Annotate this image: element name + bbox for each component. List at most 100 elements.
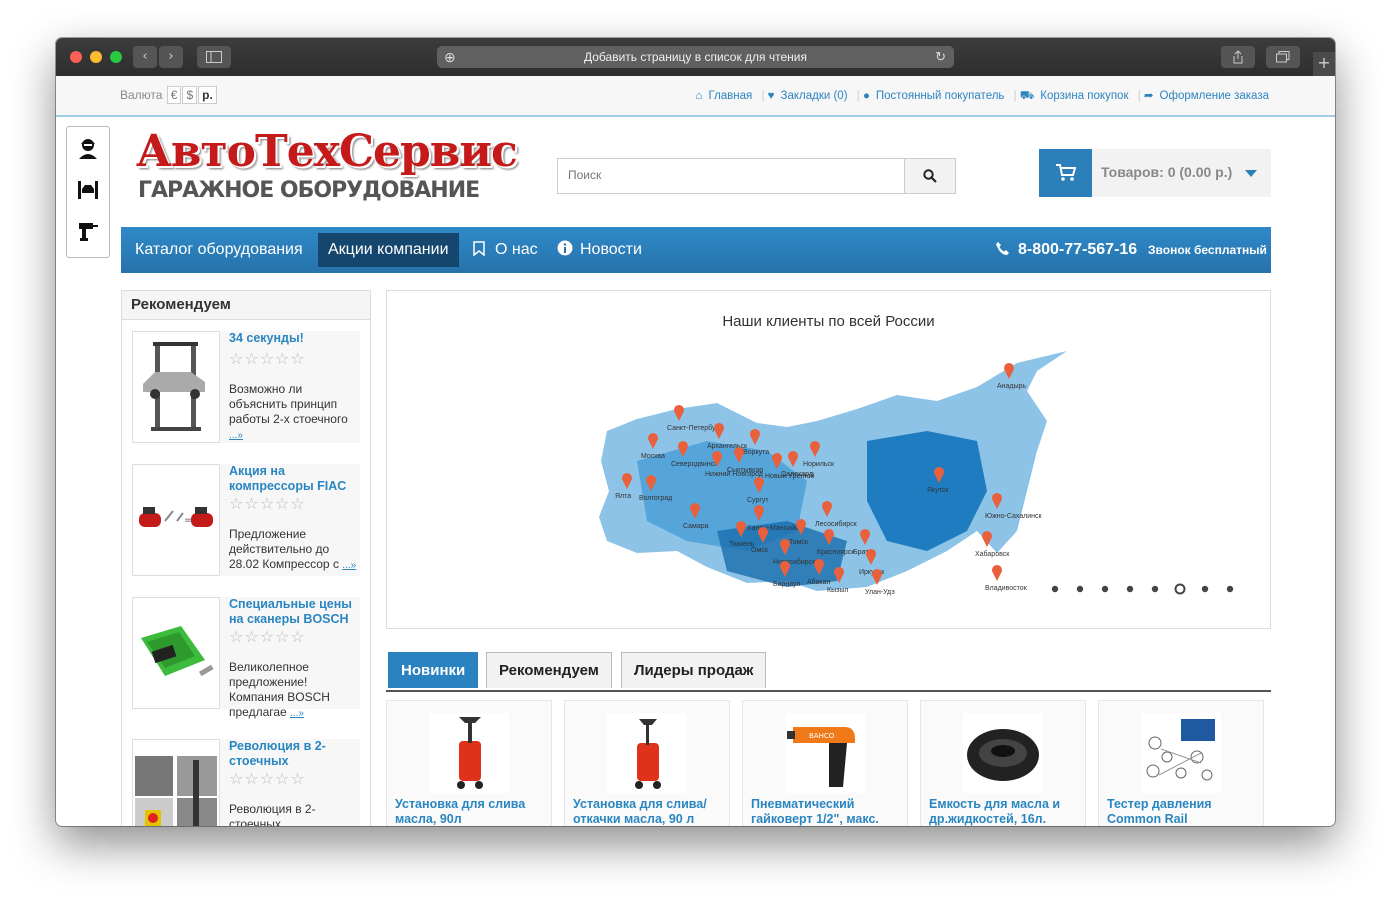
top-bar: Валюта € $ р. ⌂ Главная | ♥ Закладки (0) | ●… (56, 76, 1335, 117)
address-text: Добавить страницу в список для чтения (583, 50, 807, 64)
checkout-link[interactable]: Оформление заказа (1160, 90, 1269, 102)
recommend-item-desc: Великолепное предложение! Компания BOSCH… (229, 660, 330, 719)
product-thumbnail[interactable] (132, 331, 220, 443)
city-pin: Владивосток (985, 565, 1028, 592)
read-more-link[interactable]: ...» (290, 708, 304, 719)
cart-button[interactable]: Товаров: 0 (0.00 р.) (1039, 149, 1271, 197)
slider-dot[interactable] (1051, 585, 1059, 593)
nav-catalog[interactable]: Каталог оборудования (135, 227, 303, 273)
back-button[interactable]: ‹ (133, 46, 157, 68)
slider-dot[interactable] (1151, 585, 1159, 593)
currency-label: Валюта (120, 88, 163, 102)
city-label: Барнаул (773, 581, 801, 588)
recommend-item-title[interactable]: Специальные цены на сканеры BOSCH (229, 597, 357, 627)
city-label: Улан-Удэ (865, 589, 895, 596)
close-window-button[interactable] (70, 51, 82, 63)
list-item[interactable]: Революция в 2-стоечных ☆☆☆☆☆ Революция в… (132, 739, 360, 826)
read-more-link[interactable]: ...» (342, 560, 356, 571)
product-thumbnail[interactable] (132, 597, 220, 709)
account-link[interactable]: Постоянный покупатель (876, 90, 1005, 102)
slider-dot[interactable] (1174, 583, 1186, 595)
slider-dot[interactable] (1226, 585, 1234, 593)
list-item[interactable]: Специальные цены на сканеры BOSCH ☆☆☆☆☆ … (132, 597, 360, 719)
product-title[interactable]: Установка для слива масла, 90л (395, 797, 547, 826)
city-label: Ялта (615, 493, 631, 500)
search-box (557, 158, 956, 194)
product-card[interactable]: Установка для слива масла, 90л (386, 700, 552, 826)
reload-icon[interactable]: ↻ (935, 46, 946, 68)
nav-news[interactable]: Новости (580, 227, 642, 273)
search-input[interactable] (558, 159, 918, 191)
new-tab-button[interactable]: + (1313, 52, 1335, 76)
tab-bestsellers[interactable]: Лидеры продаж (621, 652, 767, 688)
product-title[interactable]: Тестер давления Common Rail (1107, 797, 1259, 826)
slider-dot[interactable] (1076, 585, 1084, 593)
city-label: Норильск (803, 461, 835, 468)
product-card[interactable]: BAHCO Пневматический гайковерт 1/2", мак… (742, 700, 908, 826)
tab-recommended[interactable]: Рекомендуем (486, 652, 612, 688)
logo-subtitle: ГАРАЖНОЕ ОБОРУДОВАНИЕ (138, 178, 480, 203)
slider-dot[interactable] (1101, 585, 1109, 593)
search-button[interactable] (904, 159, 955, 193)
chevron-right-icon: › (168, 49, 174, 64)
zoom-window-button[interactable] (110, 51, 122, 63)
currency-dollar-button[interactable]: $ (182, 86, 198, 104)
tab-new[interactable]: Новинки (388, 652, 479, 688)
phone-number[interactable]: 8-800-77-567-16 (1018, 227, 1137, 273)
currency-ruble-button[interactable]: р. (198, 86, 217, 104)
city-label: Волгоград (639, 495, 672, 502)
slider-dot[interactable] (1126, 585, 1134, 593)
browser-titlebar: ‹ › ⊕ Добавить страницу в список для чте… (56, 38, 1335, 76)
product-title[interactable]: Пневматический гайковерт 1/2", макс. (751, 797, 903, 826)
site-logo[interactable]: АвтоТехСервис ГАРАЖНОЕ ОБОРУДОВАНИЕ (136, 126, 518, 216)
read-more-link[interactable]: ...» (229, 430, 243, 441)
list-item[interactable]: = Акция на компрессоры FIAC ☆☆☆☆☆ Предло… (132, 464, 360, 576)
sidebar-icon (206, 51, 222, 63)
chevron-down-icon (1245, 170, 1257, 177)
sidebar-toggle-button[interactable] (197, 46, 231, 68)
product-card[interactable]: Установка для слива/откачки масла, 90 л (564, 700, 730, 826)
slider-dot[interactable] (1201, 585, 1209, 593)
forward-button[interactable]: › (159, 46, 183, 68)
drill-icon[interactable] (76, 219, 100, 243)
city-label: Томск (789, 539, 809, 546)
product-title[interactable]: Установка для слива/откачки масла, 90 л (573, 797, 725, 826)
nav-promotions[interactable]: Акции компании (318, 233, 459, 267)
city-label: Новосибирск (773, 558, 816, 566)
product-thumbnail[interactable] (132, 739, 220, 826)
recommend-item-title[interactable]: 34 секунды! (229, 331, 357, 346)
scanner-image (141, 626, 214, 677)
russia-map: АнадырьСанкт-ПетербургАрхангельскМоскваВ… (599, 351, 1234, 596)
list-item[interactable]: 34 секунды! ☆☆☆☆☆ Возможно ли объяснить … (132, 331, 360, 443)
city-label: Москва (641, 453, 665, 460)
share-icon: ➦ (1143, 90, 1154, 102)
worker-icon[interactable] (76, 135, 100, 159)
pressure-tester-kit-image (1141, 713, 1221, 793)
product-thumbnail[interactable]: = (132, 464, 220, 576)
map-pin-icon (992, 565, 1002, 581)
home-link[interactable]: Главная (708, 90, 752, 102)
side-icon-panel (66, 126, 110, 258)
city-label: Северодвинск (671, 461, 718, 468)
recommend-item-title[interactable]: Революция в 2-стоечных (229, 739, 357, 769)
product-card[interactable]: Тестер давления Common Rail (1098, 700, 1264, 826)
car-lift-icon[interactable] (76, 177, 100, 201)
add-reading-list-icon[interactable]: ⊕ (444, 46, 456, 68)
bookmarks-link[interactable]: Закладки (0) (781, 90, 848, 102)
tabs-overview-button[interactable] (1266, 46, 1300, 68)
minimize-window-button[interactable] (90, 51, 102, 63)
cart-icon-box (1039, 149, 1092, 197)
nav-about[interactable]: О нас (495, 227, 538, 273)
product-card[interactable]: Емкость для масла и др.жидкостей, 16л. (920, 700, 1086, 826)
address-bar[interactable]: ⊕ Добавить страницу в список для чтения … (437, 46, 954, 68)
currency-euro-button[interactable]: € (166, 86, 182, 104)
search-icon (923, 169, 937, 183)
share-button[interactable] (1221, 46, 1255, 68)
recommend-item-desc: Возможно ли объяснить принцип работы 2-х… (229, 382, 348, 441)
city-label: Новый Уренгой (765, 472, 815, 480)
product-title[interactable]: Емкость для масла и др.жидкостей, 16л. (929, 797, 1081, 826)
browser-window: ‹ › ⊕ Добавить страницу в список для чте… (56, 38, 1335, 826)
recommend-item-title[interactable]: Акция на компрессоры FIAC (229, 464, 357, 494)
city-label: Воркута (743, 449, 769, 456)
shopping-cart-link[interactable]: Корзина покупок (1040, 90, 1128, 102)
